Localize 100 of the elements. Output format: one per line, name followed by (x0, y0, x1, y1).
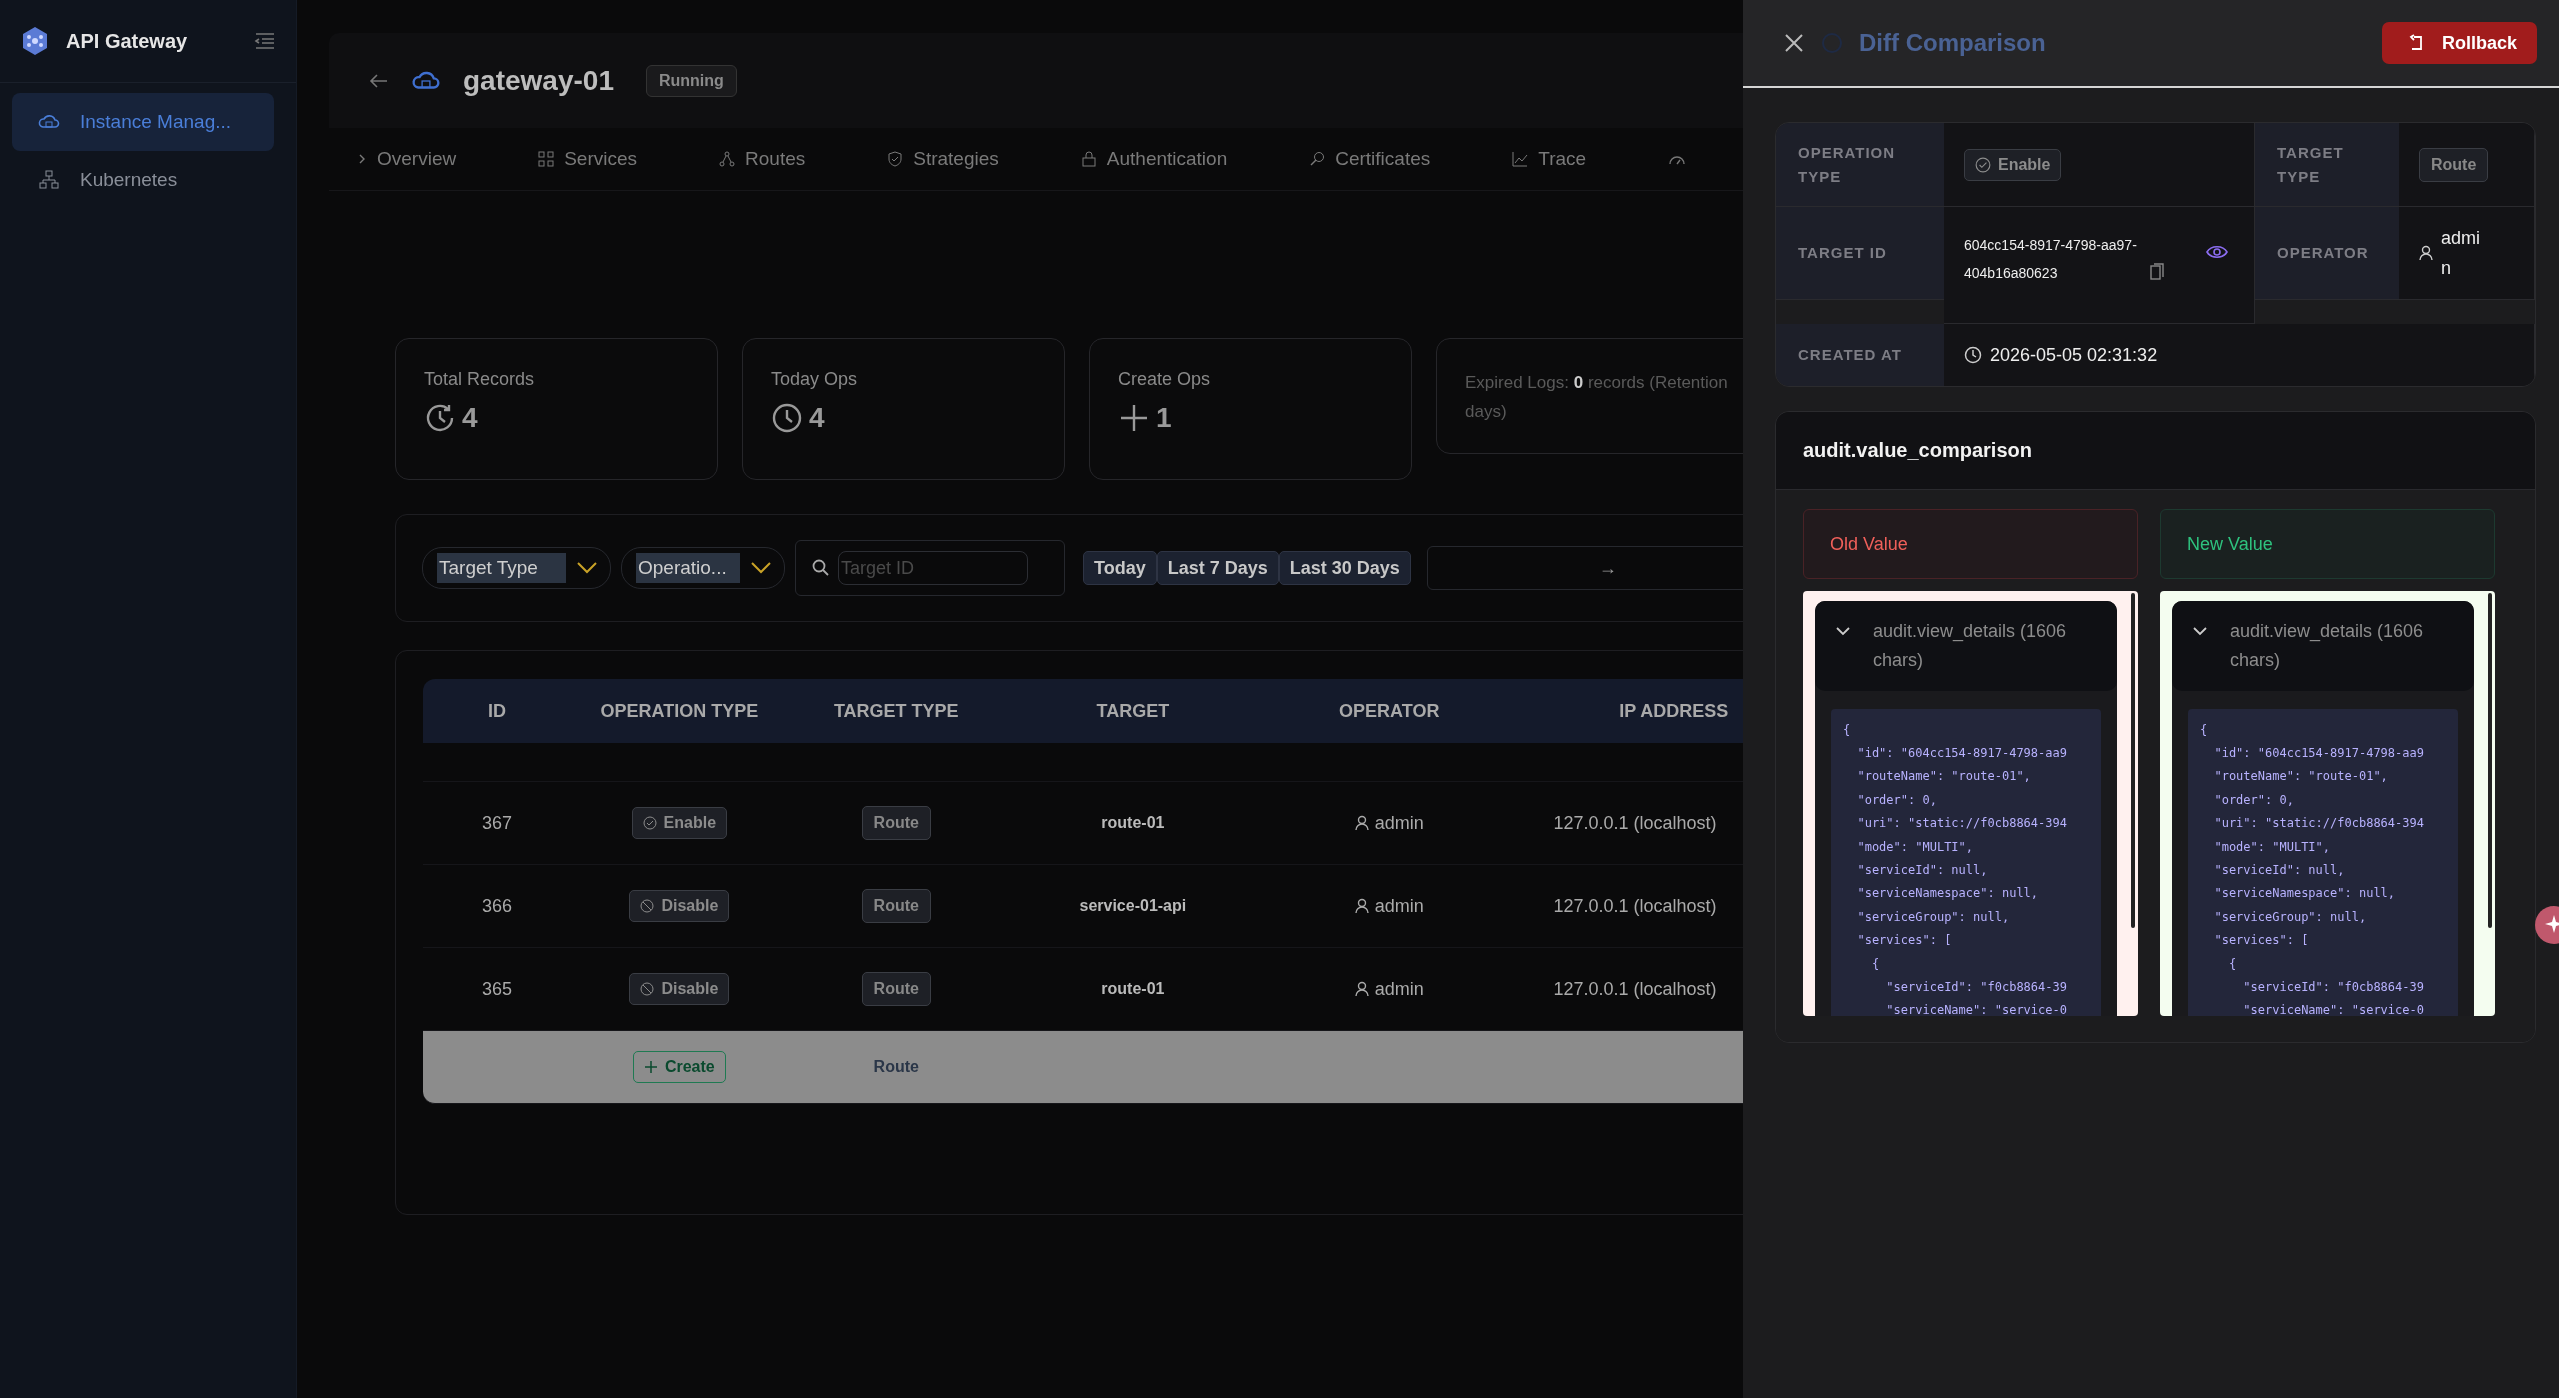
tab[interactable]: Services (538, 148, 638, 170)
code-line: "uri": "static://f0cb8864-394 (1856, 815, 2068, 833)
operation-tag: Create (632, 1051, 726, 1083)
operation-select[interactable]: Operatio... (621, 547, 785, 589)
column-header: IP ADDRESS (1618, 700, 1730, 722)
code-line: "serviceName": "service-0 (1885, 1002, 2068, 1016)
back-arrow-icon[interactable] (369, 72, 389, 89)
ip-cell: 127.0.0.1 (localhost) (1553, 895, 1717, 917)
target-cell: route-01 (1101, 980, 1165, 998)
operator-cell: admin (1374, 895, 1424, 917)
target-cell: route-01 (1101, 814, 1165, 832)
field-label: TARGET TYPE (2255, 123, 2399, 207)
eye-icon[interactable] (2206, 245, 2228, 259)
code-line: "serviceGroup": null, (1856, 908, 2011, 926)
date-preset-button[interactable]: Last 7 Days (1156, 551, 1279, 585)
tab[interactable]: Trace (1512, 148, 1587, 170)
target-type-tag: Route (861, 889, 931, 923)
instance-title: gateway-01 (463, 64, 614, 97)
ip-cell: 127.0.0.1 (localhost) (1553, 812, 1717, 834)
field-label: CREATED AT (1776, 324, 1944, 386)
code-line: "routeName": "route-01", (2213, 768, 2389, 786)
close-icon[interactable] (1783, 32, 1805, 54)
status-tag: Running (645, 64, 737, 97)
target-cell: service-01-api (1079, 897, 1187, 915)
details-toggle[interactable]: audit.view_details (1606 chars) (1815, 601, 2117, 691)
operator-cell: admin (1374, 978, 1424, 1000)
app-name: API Gateway (66, 29, 189, 53)
table-row[interactable]: Create Route (423, 1031, 1744, 1104)
user-icon (1354, 898, 1369, 914)
date-preset-button[interactable]: Today (1083, 551, 1157, 585)
code-line: "id": "604cc154-8917-4798-aa9 (2213, 745, 2425, 762)
tab[interactable]: Overview (357, 148, 457, 170)
stat-value: 1 (1156, 402, 1172, 434)
logo-icon (20, 26, 50, 56)
grid-icon (538, 151, 555, 167)
lock-icon (1080, 151, 1097, 167)
tab[interactable]: Authentication (1080, 148, 1228, 170)
target-type-tag: Route (2419, 147, 2489, 182)
history-icon (424, 402, 456, 434)
clock-icon (771, 402, 803, 434)
ban-icon (640, 982, 655, 996)
shield-icon (887, 151, 904, 167)
operator-cell: admin (1374, 812, 1424, 834)
code-line: { (2200, 721, 2209, 739)
code-line: "services": [ (1856, 932, 1953, 950)
ip-cell: 127.0.0.1 (localhost) (1553, 978, 1717, 1000)
code-line: "id": "604cc154-8917-4798-aa9 (1856, 745, 2068, 762)
clock-icon (1964, 346, 1982, 364)
sidebar-item[interactable]: Kubernetes (12, 151, 274, 209)
field-label: OPERATION TYPE (1776, 123, 1944, 207)
code-line: "services": [ (2213, 932, 2310, 950)
line-chart-icon (1512, 151, 1529, 167)
operation-tag: Enable (631, 807, 728, 839)
target-type-tag: Route (861, 806, 931, 840)
field-label: TARGET ID (1776, 207, 1944, 300)
value-heading: New Value (2160, 509, 2495, 579)
stat-label: Create Ops (1118, 369, 1212, 390)
user-icon (1354, 815, 1369, 831)
code-line: "serviceId": null, (2213, 862, 2346, 880)
id-cell: 366 (481, 895, 512, 917)
comparison-title: audit.value_comparison (1776, 412, 2535, 490)
code-line: "uri": "static://f0cb8864-394 (2213, 815, 2425, 833)
id-cell: 365 (481, 978, 512, 1000)
rollback-button[interactable]: Rollback (2381, 22, 2537, 64)
code-line: "routeName": "route-01", (1856, 768, 2032, 786)
chevron-down-icon (576, 561, 598, 575)
search-field[interactable]: Target ID (838, 551, 1028, 585)
stat-value: 4 (809, 402, 825, 434)
column-header: OPERATION TYPE (599, 700, 760, 722)
code-line: "serviceNamespace": null, (2213, 885, 2397, 903)
details-toggle[interactable]: audit.view_details (1606 chars) (2172, 601, 2474, 691)
menu-icon[interactable] (254, 32, 276, 50)
drawer-title: Diff Comparison (1859, 29, 2047, 57)
target-type-tag: Route (861, 972, 931, 1006)
sidebar-item[interactable]: Instance Manag... (12, 93, 274, 151)
code-line: "mode": "MULTI", (1856, 838, 1975, 856)
tab[interactable]: Certificates (1309, 148, 1431, 170)
tab[interactable]: Strategies (887, 148, 999, 170)
column-header: TARGET TYPE (832, 700, 960, 722)
plus-icon (1118, 402, 1150, 434)
column-header: TARGET (1095, 700, 1171, 722)
target-type-select[interactable]: Target Type (422, 547, 611, 589)
code-line: { (1870, 955, 1881, 973)
search-icon (1309, 151, 1326, 167)
expired-logs-note: Expired Logs: 0 records (Retention days) (1465, 372, 1729, 423)
copy-icon[interactable] (2150, 263, 2164, 281)
tab[interactable]: Routes (719, 148, 806, 170)
chevron-down-icon (2192, 625, 2208, 637)
id-cell: 367 (481, 812, 512, 834)
code-line: "serviceId": "f0cb8864-39 (2242, 979, 2425, 997)
stat-label: Today Ops (771, 369, 859, 390)
date-preset-button[interactable]: Last 30 Days (1278, 551, 1411, 585)
field-label: OPERATOR (2255, 207, 2399, 300)
target-type-tag: Route (861, 1050, 931, 1084)
ban-icon (640, 899, 655, 913)
code-line: { (2227, 955, 2238, 973)
target-id-value: 604cc154-8917-4798-aa97-404b16a80623 (1964, 236, 2138, 283)
value-heading: Old Value (1803, 509, 2138, 579)
search-icon (812, 559, 830, 577)
date-range-field[interactable]: → (1426, 546, 1744, 590)
